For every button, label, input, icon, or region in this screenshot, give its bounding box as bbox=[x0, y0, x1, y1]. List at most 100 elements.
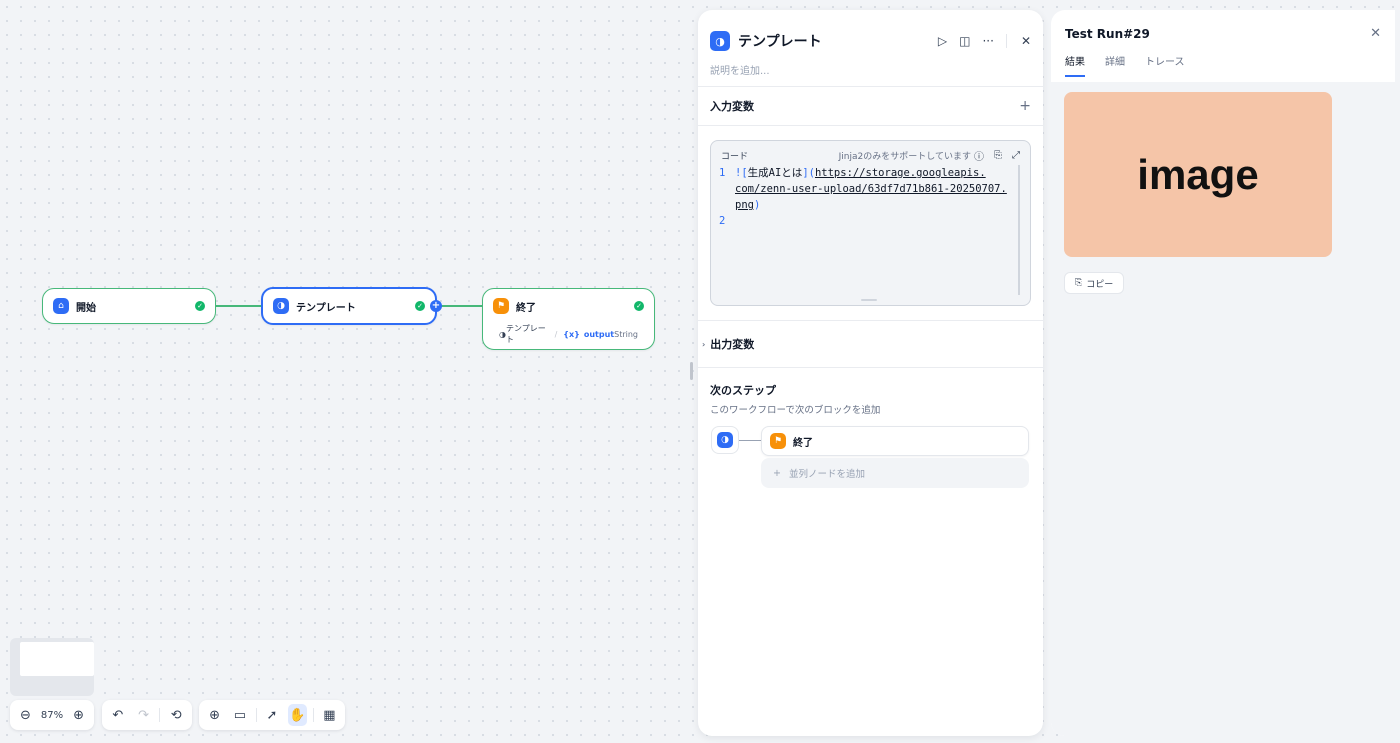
result-image-text: image bbox=[1137, 150, 1259, 198]
next-step-area: ◑ ⚑ 終了 + 並列ノードを追加 bbox=[698, 426, 1043, 496]
code-url: png bbox=[735, 199, 754, 211]
home-icon: ⌂ bbox=[53, 298, 69, 314]
divider bbox=[698, 125, 1043, 126]
history-controls: ↶ ↷ ⟲ bbox=[102, 700, 192, 730]
code-line: 2 bbox=[711, 213, 1030, 229]
result-image: image bbox=[1064, 92, 1332, 257]
code-token: ) bbox=[753, 199, 761, 211]
input-vars-section: 入力変数 + bbox=[698, 87, 1043, 125]
success-check-icon: ✓ bbox=[195, 301, 205, 311]
clipboard-icon: ⎘ bbox=[1075, 278, 1083, 288]
copy-label: コピー bbox=[1086, 279, 1114, 290]
code-scrollbar[interactable] bbox=[1018, 165, 1020, 295]
run-title: Test Run#29 bbox=[1065, 26, 1150, 41]
panel-title[interactable]: テンプレート bbox=[738, 31, 926, 51]
next-step-subtitle: このワークフローで次のブロックを追加 bbox=[710, 405, 881, 416]
next-step-connector bbox=[739, 440, 761, 441]
jinja-hint: Jinja2のみをサポートしています bbox=[838, 152, 971, 162]
more-icon[interactable]: ··· bbox=[982, 34, 993, 48]
zoom-out-icon[interactable]: ⊖ bbox=[16, 704, 35, 726]
copy-icon[interactable]: ⎘ bbox=[994, 150, 1002, 161]
hand-icon[interactable]: ✋ bbox=[287, 704, 307, 726]
expand-icon[interactable]: ⤢ bbox=[1012, 150, 1020, 161]
code-resize-grip[interactable] bbox=[861, 299, 877, 301]
plus-icon: + bbox=[773, 467, 781, 479]
add-input-var-icon[interactable]: + bbox=[1019, 98, 1031, 114]
edge-start-template bbox=[216, 305, 262, 307]
code-text[interactable]: ![生成AIとは](https://storage.googleapis. bbox=[735, 165, 986, 181]
template-icon: ◑ bbox=[273, 298, 289, 314]
node-template[interactable]: ◑ テンプレート ✓ bbox=[261, 287, 437, 325]
current-node-box: ◑ bbox=[711, 426, 739, 454]
node-end[interactable]: ⚑ 終了 ✓ ◑ テンプレート / {x} output String bbox=[482, 288, 655, 350]
input-vars-label: 入力変数 bbox=[710, 100, 754, 113]
split-view-icon[interactable]: ◫ bbox=[959, 34, 970, 48]
tab-detail[interactable]: 詳細 bbox=[1105, 53, 1125, 77]
output-vars-label: 出力変数 bbox=[710, 338, 755, 351]
run-step-icon[interactable]: ▷ bbox=[938, 34, 947, 48]
end-output-row: ◑ テンプレート / {x} output String bbox=[489, 323, 648, 345]
toolbar-divider bbox=[159, 708, 161, 722]
node-start[interactable]: ⌂ 開始 ✓ bbox=[42, 288, 216, 324]
output-var-name: output bbox=[583, 329, 615, 339]
pointer-icon[interactable]: ➚ bbox=[262, 704, 281, 726]
tab-trace[interactable]: トレース bbox=[1145, 53, 1185, 77]
close-icon[interactable]: ✕ bbox=[1370, 26, 1381, 41]
line-number-blank bbox=[719, 181, 735, 197]
zoom-level[interactable]: 87% bbox=[41, 710, 63, 721]
template-small-icon: ◑ bbox=[499, 329, 506, 339]
canvas-tools: ⊕ ▭ ➚ ✋ ▦ bbox=[199, 700, 345, 730]
panel-resize-handle[interactable] bbox=[690, 362, 693, 380]
code-label: コード bbox=[721, 152, 749, 162]
output-separator: / bbox=[554, 329, 558, 339]
zoom-controls: ⊖ 87% ⊕ bbox=[10, 700, 94, 730]
run-tabs: 結果 詳細 トレース bbox=[1051, 41, 1395, 77]
help-icon[interactable]: ⓘ bbox=[974, 148, 984, 163]
code-url: com/zenn-user-upload/63df7d71b861-202507… bbox=[735, 183, 1007, 195]
code-editor[interactable]: コード Jinja2のみをサポートしています ⓘ ⎘ ⤢ 1 ![生成AIとは]… bbox=[710, 140, 1031, 306]
tab-result[interactable]: 結果 bbox=[1065, 53, 1085, 77]
code-line-wrap: com/zenn-user-upload/63df7d71b861-202507… bbox=[711, 181, 1030, 197]
success-check-icon: ✓ bbox=[415, 301, 425, 311]
redo-icon[interactable]: ↷ bbox=[134, 704, 154, 726]
zoom-in-icon[interactable]: ⊕ bbox=[69, 704, 88, 726]
node-template-title: テンプレート bbox=[296, 302, 356, 314]
code-token: ]( bbox=[802, 167, 815, 179]
add-parallel-label: 並列ノードを追加 bbox=[788, 469, 865, 480]
code-token: 生成AIとは bbox=[747, 167, 803, 179]
edge-template-end bbox=[437, 305, 482, 307]
close-icon[interactable]: ✕ bbox=[1021, 34, 1031, 48]
organize-icon[interactable]: ▦ bbox=[320, 704, 339, 726]
history-icon[interactable]: ⟲ bbox=[166, 704, 186, 726]
line-number: 2 bbox=[719, 215, 726, 227]
minimap-viewport[interactable] bbox=[20, 642, 94, 676]
undo-icon[interactable]: ↶ bbox=[108, 704, 128, 726]
code-line-wrap: png) bbox=[711, 197, 1030, 213]
header-divider bbox=[1005, 34, 1007, 48]
end-flag-icon: ⚑ bbox=[770, 433, 786, 449]
add-block-icon[interactable]: ⊕ bbox=[205, 704, 224, 726]
description-input[interactable]: 説明を追加... bbox=[698, 58, 1043, 86]
line-number: 1 bbox=[719, 167, 726, 179]
next-step-title: 次のステップ bbox=[710, 384, 776, 397]
next-step-node[interactable]: ⚑ 終了 bbox=[761, 426, 1029, 456]
add-note-icon[interactable]: ▭ bbox=[230, 704, 249, 726]
minimap[interactable] bbox=[10, 638, 94, 696]
node-start-title: 開始 bbox=[76, 302, 96, 314]
copy-button[interactable]: ⎘ コピー bbox=[1064, 272, 1125, 294]
add-parallel-node-button[interactable]: + 並列ノードを追加 bbox=[761, 458, 1029, 488]
template-icon: ◑ bbox=[717, 432, 733, 448]
template-icon: ◑ bbox=[710, 31, 730, 51]
node-end-title: 終了 bbox=[516, 302, 536, 314]
output-vars-section[interactable]: › 出力変数 bbox=[698, 321, 1043, 367]
test-run-panel: Test Run#29 ✕ 結果 詳細 トレース image ⎘ コピー bbox=[1051, 10, 1395, 736]
node-config-panel: ◑ テンプレート ▷ ◫ ··· ✕ 説明を追加... 入力変数 + コード J… bbox=[698, 10, 1043, 736]
chevron-right-icon: › bbox=[702, 339, 706, 349]
run-result-body: image ⎘ コピー bbox=[1051, 82, 1395, 736]
output-source: テンプレート bbox=[505, 324, 546, 344]
success-check-icon: ✓ bbox=[634, 301, 644, 311]
code-token: ![ bbox=[735, 167, 748, 179]
output-type: String bbox=[614, 329, 638, 339]
add-node-handle[interactable]: + bbox=[430, 300, 442, 312]
code-url: https://storage.googleapis. bbox=[814, 167, 986, 179]
